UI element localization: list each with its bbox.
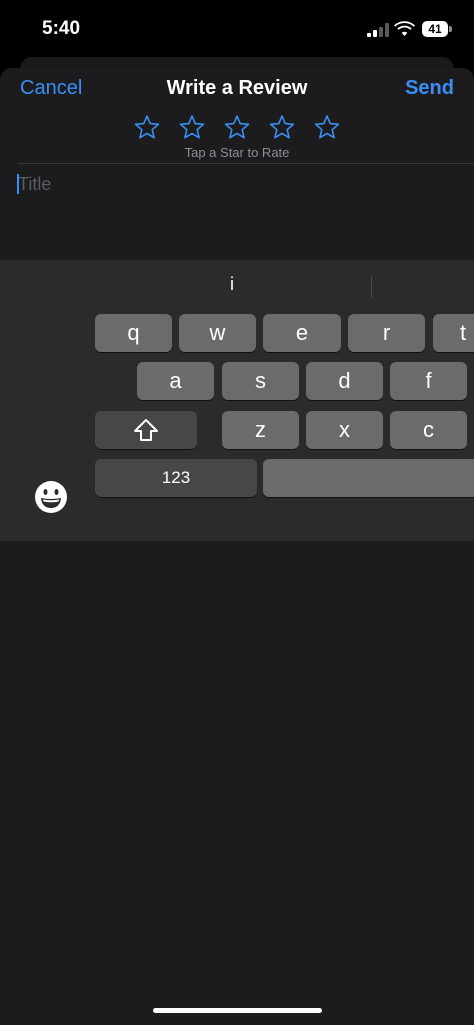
cancel-button[interactable]: Cancel [20, 77, 82, 100]
key-e[interactable]: e [263, 314, 341, 352]
battery-icon: 41 [422, 21, 452, 37]
key-s[interactable]: s [222, 362, 299, 400]
key-z[interactable]: z [222, 411, 299, 449]
key-r[interactable]: r [348, 314, 425, 352]
star-outline-icon [314, 115, 340, 139]
suggestion-bar: i [0, 260, 474, 310]
key-w[interactable]: w [179, 314, 256, 352]
star-button-4[interactable] [260, 112, 305, 142]
send-button[interactable]: Send [405, 77, 454, 100]
divider [18, 163, 474, 164]
status-bar: 5:40 41 [0, 0, 474, 60]
suggestion-divider [371, 276, 372, 298]
key-x[interactable]: x [306, 411, 383, 449]
star-rating [0, 112, 474, 142]
signal-icon [367, 23, 389, 37]
key-d[interactable]: d [306, 362, 383, 400]
key-a[interactable]: a [137, 362, 214, 400]
battery-cap [449, 26, 452, 32]
shift-key[interactable] [95, 411, 197, 449]
review-sheet: Cancel Write a Review Send Tap a Star to… [0, 68, 474, 1025]
star-outline-icon [179, 115, 205, 139]
space-key[interactable] [263, 459, 474, 497]
key-q[interactable]: q [95, 314, 172, 352]
star-button-1[interactable] [125, 112, 170, 142]
star-button-2[interactable] [170, 112, 215, 142]
key-t[interactable]: t [433, 314, 474, 352]
wifi-icon [394, 21, 415, 36]
emoji-button[interactable] [33, 479, 69, 515]
star-outline-icon [224, 115, 250, 139]
suggestion-item[interactable]: i [172, 274, 292, 295]
keyboard: i q w e r t a s d f z x c 123 [0, 260, 474, 541]
star-rating-hint: Tap a Star to Rate [184, 145, 290, 160]
home-indicator[interactable] [153, 1008, 322, 1013]
text-cursor [17, 174, 19, 194]
key-f[interactable]: f [390, 362, 467, 400]
star-outline-icon [134, 115, 160, 139]
star-outline-icon [269, 115, 295, 139]
numbers-key[interactable]: 123 [95, 459, 257, 497]
shift-icon [134, 419, 158, 441]
title-input[interactable] [18, 172, 448, 196]
star-button-5[interactable] [305, 112, 350, 142]
key-c[interactable]: c [390, 411, 467, 449]
battery-level: 41 [422, 21, 448, 37]
star-button-3[interactable] [215, 112, 260, 142]
emoji-icon [35, 481, 67, 513]
status-time: 5:40 [42, 18, 81, 39]
